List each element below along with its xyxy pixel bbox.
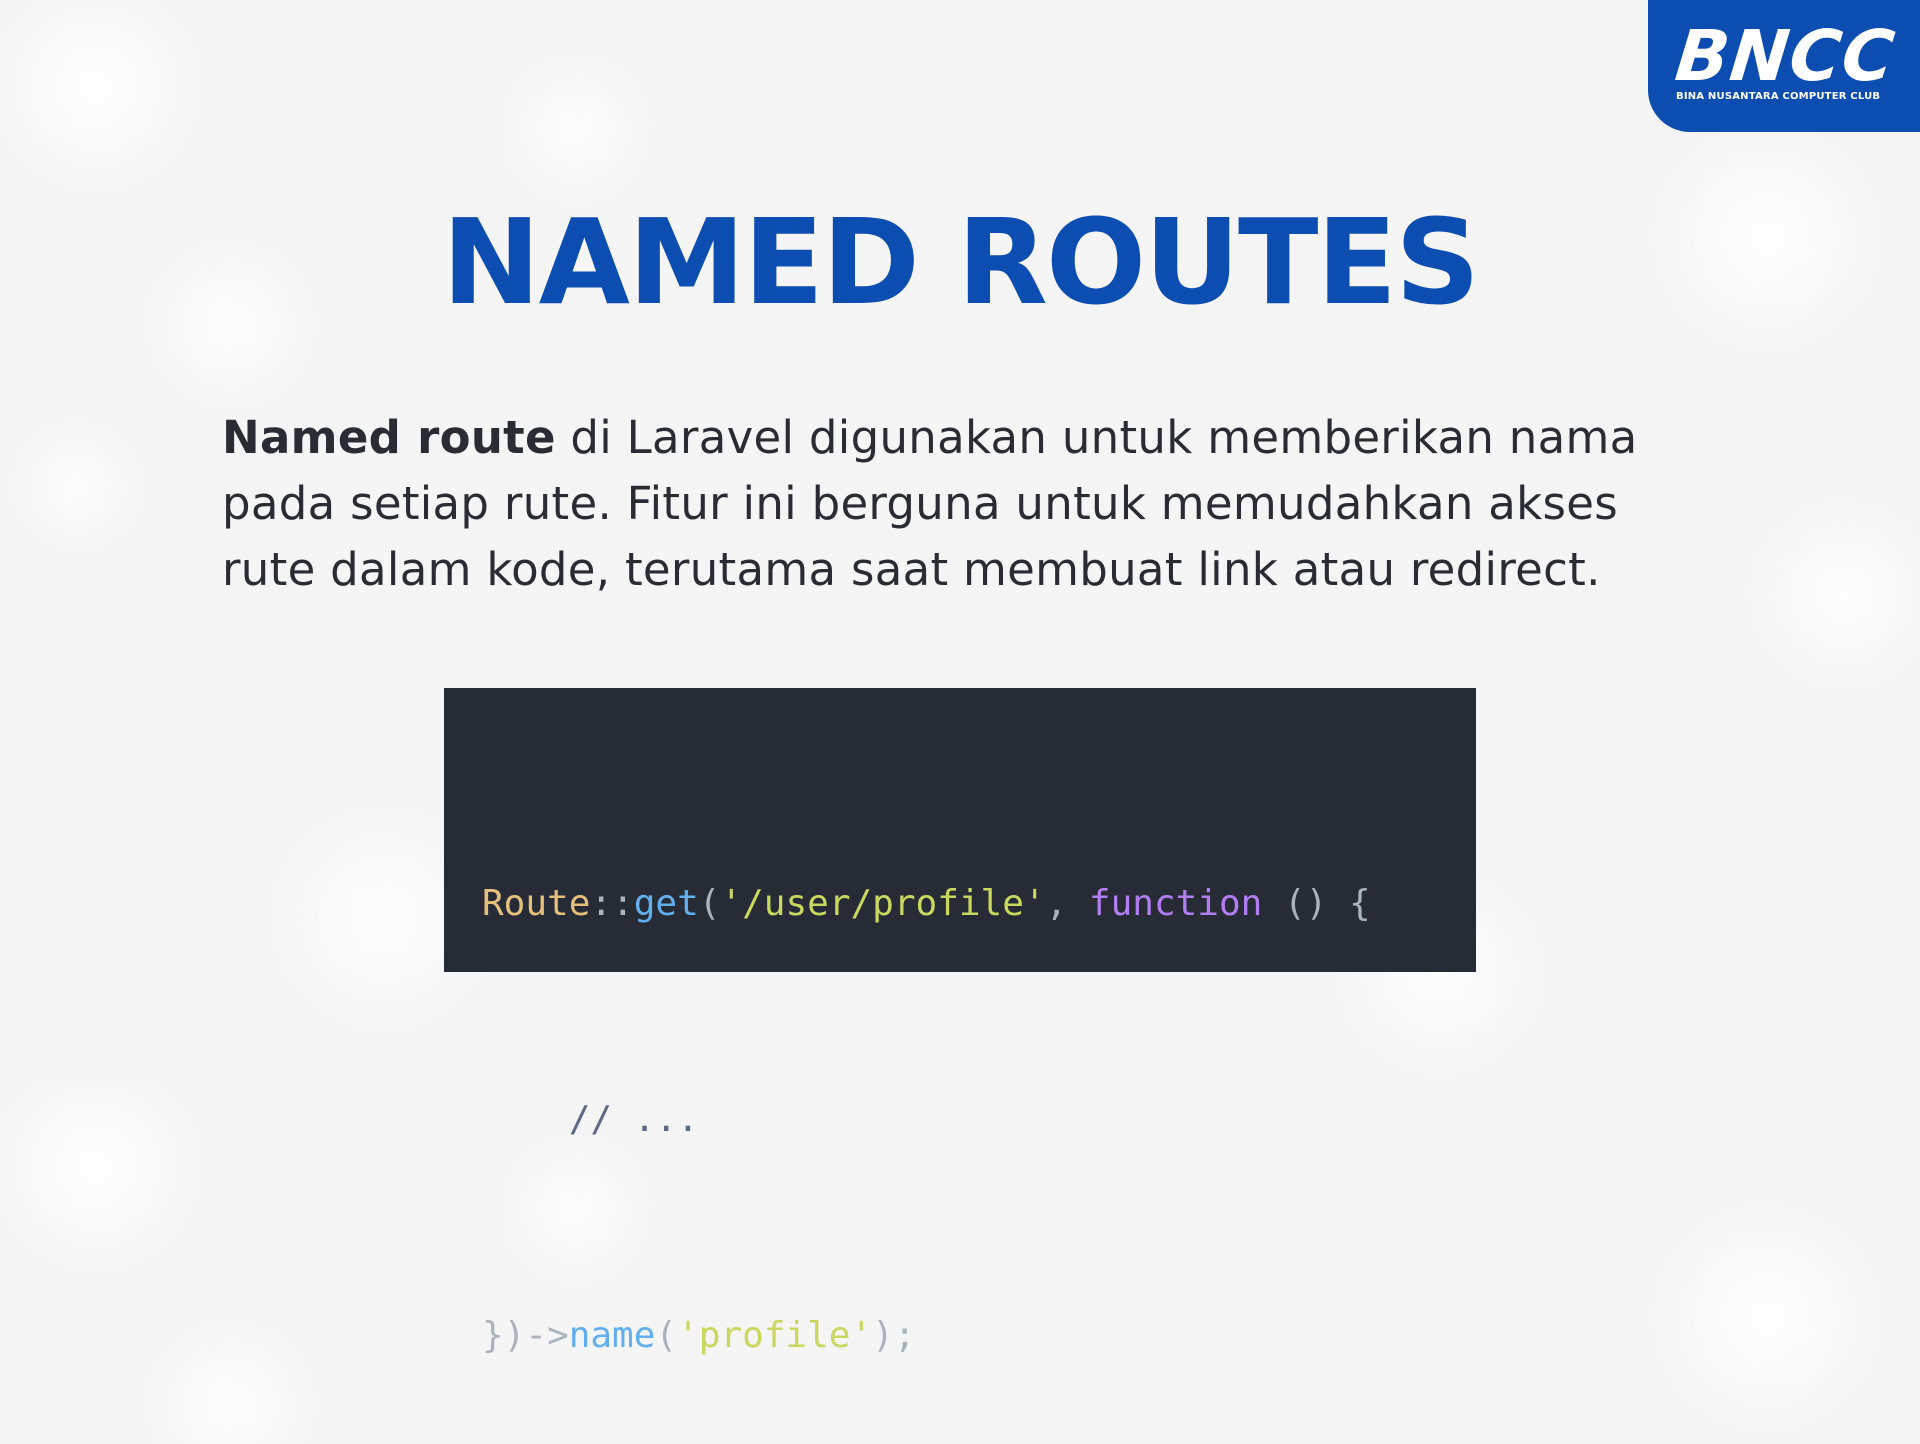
code-token-name-method: name: [568, 1315, 656, 1356]
code-token-paren-open: (: [698, 883, 721, 924]
code-token-method: get: [633, 883, 699, 924]
code-token-comma: ,: [1045, 883, 1089, 924]
code-token-rest: () {: [1262, 883, 1371, 924]
code-token-paren-open-2: (: [655, 1315, 678, 1356]
code-token-keyword: function: [1088, 883, 1263, 924]
code-token-end: );: [872, 1315, 916, 1356]
slide-description: Named route di Laravel digunakan untuk m…: [222, 405, 1712, 603]
code-line-1: Route::get('/user/profile', function () …: [482, 868, 1476, 940]
code-token-path: '/user/profile': [720, 883, 1046, 924]
page-title: NAMED ROUTES: [441, 193, 1480, 331]
code-line-2: // ...: [482, 1084, 1476, 1156]
code-token-comment: // ...: [482, 1099, 699, 1140]
code-token-close: })->: [482, 1315, 569, 1356]
code-token-class: Route: [482, 883, 591, 924]
code-block: Route::get('/user/profile', function () …: [444, 688, 1476, 1356]
logo-wordmark: BNCC: [1671, 15, 1899, 97]
description-term: Named route: [222, 411, 556, 464]
bncc-logo: BNCC BINA NUSANTARA COMPUTER CLUB: [1648, 0, 1920, 132]
code-token-scope: ::: [590, 883, 634, 924]
code-line-3: })->name('profile');: [482, 1300, 1476, 1372]
code-token-name-arg: 'profile': [677, 1315, 873, 1356]
